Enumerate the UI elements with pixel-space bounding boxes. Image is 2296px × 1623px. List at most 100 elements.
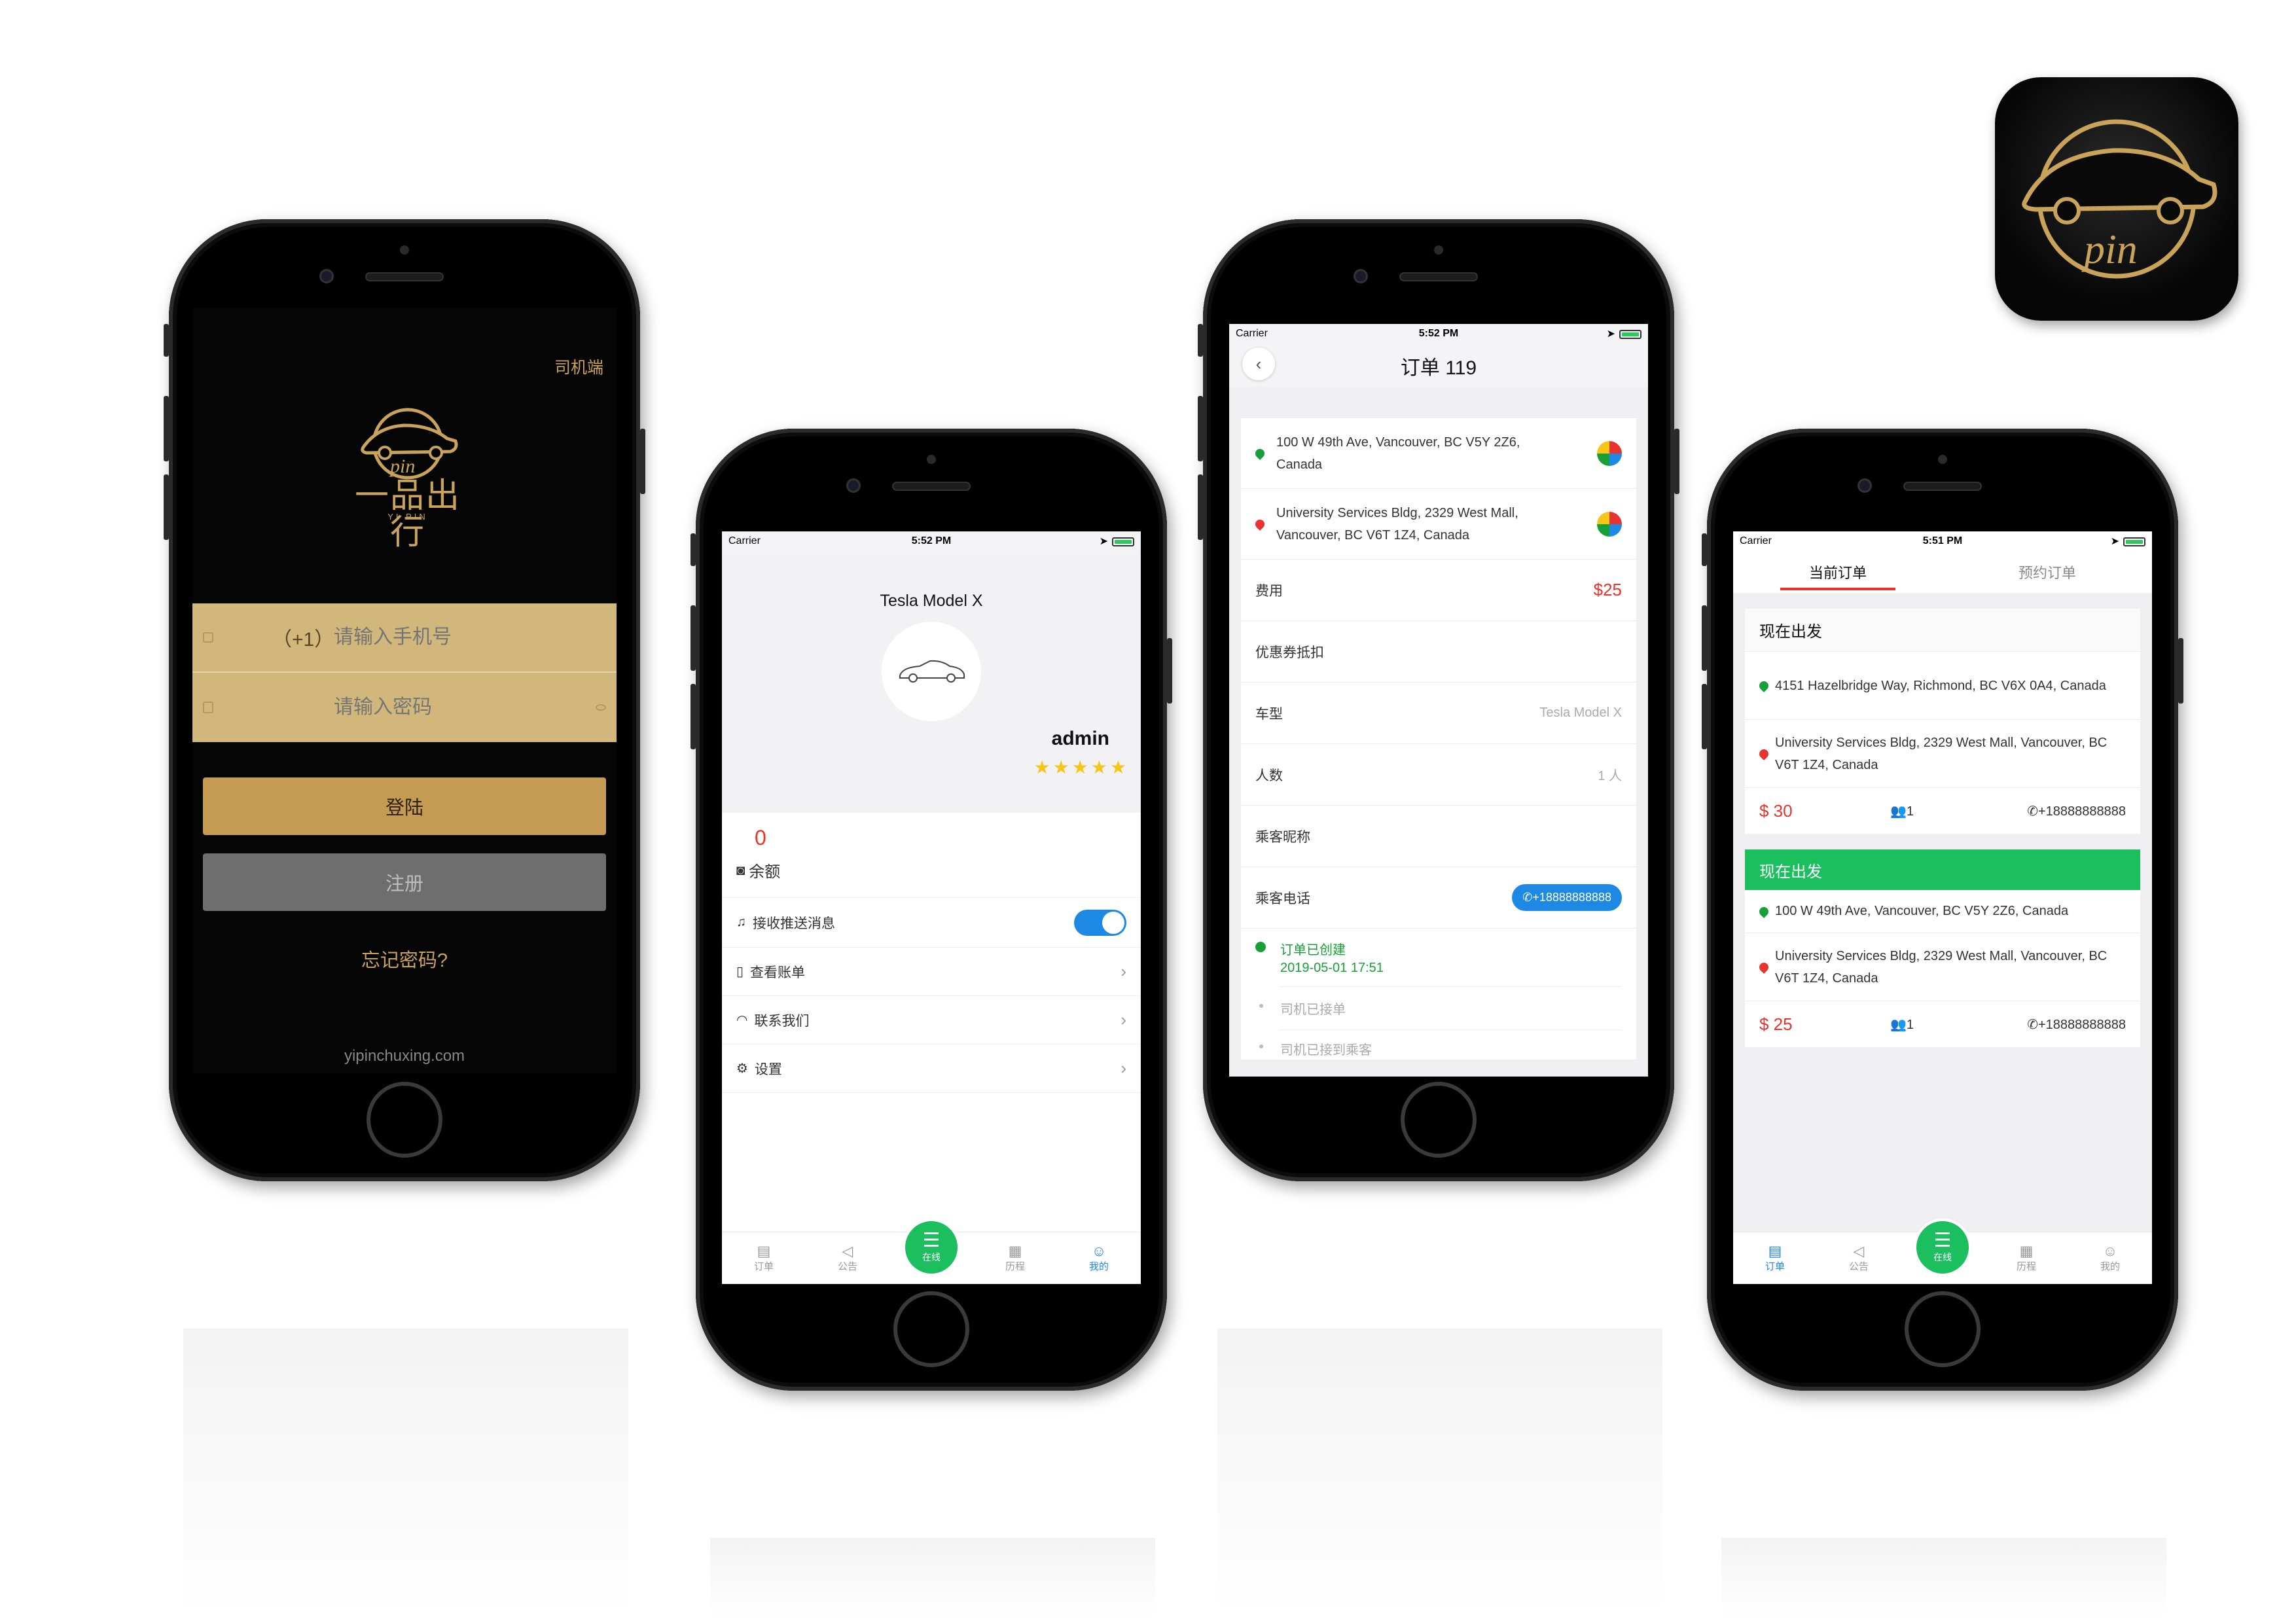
user-icon: ☺ [2102, 1243, 2118, 1259]
bell-icon: ♫ [736, 915, 746, 929]
carrier-label: Carrier [728, 535, 761, 546]
login-button[interactable]: 登陆 [203, 777, 606, 835]
dot-icon [1259, 1044, 1263, 1048]
order-detail-screen: Carrier 5:52 PM ➤ ‹ 订单 119 100 W 49th Av… [1229, 324, 1648, 1077]
wifi-icon: ☰ [922, 1229, 941, 1251]
balance-section[interactable]: 0 ◙ 余额 [722, 813, 1141, 898]
wifi-icon: ☰ [1933, 1229, 1952, 1251]
push-toggle[interactable] [1074, 909, 1126, 936]
call-passenger-button[interactable]: ✆+18888888888 [1512, 884, 1622, 911]
destination-pin-icon [1253, 517, 1266, 531]
tab-announcements[interactable]: ◁ 公告 [1817, 1232, 1901, 1284]
megaphone-icon: ◁ [842, 1243, 853, 1259]
passenger-count-value: 1 人 [1598, 769, 1622, 783]
order-card-footer: $ 30 👥1 ✆+18888888888 [1745, 788, 2140, 834]
tab-online[interactable]: ☰ 在线 [1901, 1218, 1984, 1284]
page-title: 订单 119 [1400, 357, 1477, 379]
home-button[interactable] [367, 1082, 442, 1158]
document-icon: ▤ [757, 1243, 771, 1259]
tab-mine[interactable]: ☺ 我的 [1057, 1232, 1141, 1284]
field-label: 优惠券抵扣 [1255, 645, 1324, 660]
order-card-header: 现在出发 [1745, 849, 2140, 890]
origin-pin-icon [1253, 446, 1266, 460]
tab-online[interactable]: ☰ 在线 [889, 1218, 973, 1284]
phone-icon: ✆ [2027, 1017, 2038, 1032]
phone-reflection [1721, 1538, 2166, 1616]
password-input[interactable] [334, 688, 596, 727]
profile-screen: Carrier 5:52 PM ➤ Tesla Model X admin ★★… [722, 531, 1141, 1284]
destination-pin-icon [1757, 747, 1770, 760]
fee-value: $25 [1593, 580, 1622, 599]
tab-scheduled-orders[interactable]: 预约订单 [1943, 551, 2152, 593]
phone-reflection [710, 1538, 1155, 1616]
phone-icon: ✆ [2027, 804, 2038, 819]
login-screen: 司机端 pin 一品出行 YI PIN （+1） 请输入手机号 请输入密码 登陆… [192, 308, 617, 1073]
phone-row[interactable]: （+1） [192, 603, 617, 673]
menu-contact-us[interactable]: ◠ 联系我们 › [722, 996, 1141, 1044]
status-time: 5:52 PM [1418, 328, 1459, 339]
map-icon[interactable] [1597, 511, 1622, 537]
home-button[interactable] [893, 1291, 969, 1367]
forgot-password-link[interactable]: 忘记密码? [192, 945, 617, 972]
field-label: 车型 [1255, 706, 1283, 722]
home-button[interactable] [1905, 1291, 1981, 1367]
svg-text:pin: pin [389, 455, 415, 477]
field-label: 乘客电话 [1255, 891, 1310, 906]
order-card[interactable]: 现在出发 100 W 49th Ave, Vancouver, BC V5Y 2… [1745, 849, 2140, 1047]
tab-history[interactable]: ▦ 历程 [973, 1232, 1057, 1284]
battery-icon: ➤ [1607, 327, 1641, 340]
passenger-phone[interactable]: ✆+18888888888 [2027, 803, 2126, 819]
rating-stars: ★★★★★ [1033, 757, 1129, 777]
menu-label: 接收推送消息 [753, 916, 835, 931]
origin-row[interactable]: 100 W 49th Ave, Vancouver, BC V5Y 2Z6, C… [1241, 418, 1636, 489]
bill-icon: ▯ [736, 965, 744, 979]
logo-subtext: YI PIN [387, 512, 428, 522]
destination-row[interactable]: University Services Bldg, 2329 West Mall… [1241, 489, 1636, 560]
phone-input[interactable] [334, 618, 596, 657]
dot-icon [1259, 1004, 1263, 1008]
menu-settings[interactable]: ⚙ 设置 › [722, 1044, 1141, 1093]
tab-mine[interactable]: ☺ 我的 [2068, 1232, 2152, 1284]
passenger-name-row: 乘客昵称 [1241, 806, 1636, 867]
home-button[interactable] [1401, 1082, 1477, 1158]
phone-order-detail: Carrier 5:52 PM ➤ ‹ 订单 119 100 W 49th Av… [1198, 219, 1679, 1181]
coupon-row[interactable]: 优惠券抵扣 [1241, 621, 1636, 683]
site-footer: yipinchuxing.com [344, 1047, 465, 1065]
tab-announcements[interactable]: ◁ 公告 [806, 1232, 889, 1284]
history-icon: ▦ [2019, 1243, 2034, 1259]
status-time: 5:51 PM [1922, 535, 1963, 546]
driver-label: 司机端 [554, 359, 603, 377]
password-row[interactable] [192, 673, 617, 742]
nav-bar: ‹ 订单 119 [1229, 344, 1648, 387]
origin-row: 4151 Hazelbridge Way, Richmond, BC V6X 0… [1745, 652, 2140, 720]
passenger-count: 👥1 [1890, 1017, 1914, 1032]
menu-view-bills[interactable]: ▯ 查看账单 › [722, 948, 1141, 996]
menu-label: 联系我们 [754, 1013, 810, 1029]
chevron-right-icon: › [1121, 1010, 1126, 1029]
passenger-count: 👥1 [1890, 804, 1914, 819]
eye-icon[interactable] [596, 704, 606, 711]
battery-icon: ➤ [1100, 535, 1134, 548]
tab-orders[interactable]: ▤ 订单 [722, 1232, 806, 1284]
passenger-phone-row: 乘客电话 ✆+18888888888 [1241, 867, 1636, 929]
field-label: 人数 [1255, 768, 1283, 783]
field-label: 费用 [1255, 583, 1283, 599]
people-icon: 👥 [1890, 1017, 1907, 1032]
document-icon: ▤ [1768, 1243, 1782, 1259]
order-timeline: 订单已创建 2019-05-01 17:51 司机已接单 司机已接到乘客 [1241, 929, 1636, 1060]
tab-current-orders[interactable]: 当前订单 [1733, 551, 1943, 593]
order-card[interactable]: 现在出发 4151 Hazelbridge Way, Richmond, BC … [1745, 609, 2140, 834]
car-model: Tesla Model X [880, 592, 983, 610]
phone-reflection [1217, 1329, 1662, 1616]
map-icon[interactable] [1597, 440, 1622, 466]
register-button[interactable]: 注册 [203, 853, 606, 911]
passenger-phone[interactable]: ✆+18888888888 [2027, 1016, 2126, 1033]
tab-orders[interactable]: ▤ 订单 [1733, 1232, 1817, 1284]
headset-icon: ◠ [736, 1013, 748, 1027]
svg-text:pin: pin [2081, 226, 2138, 272]
car-icon [899, 660, 965, 683]
tab-history[interactable]: ▦ 历程 [1984, 1232, 2068, 1284]
destination-pin-icon [1757, 960, 1770, 974]
field-label: 乘客昵称 [1255, 829, 1310, 845]
orders-tabs: 当前订单 预约订单 [1733, 551, 2152, 593]
